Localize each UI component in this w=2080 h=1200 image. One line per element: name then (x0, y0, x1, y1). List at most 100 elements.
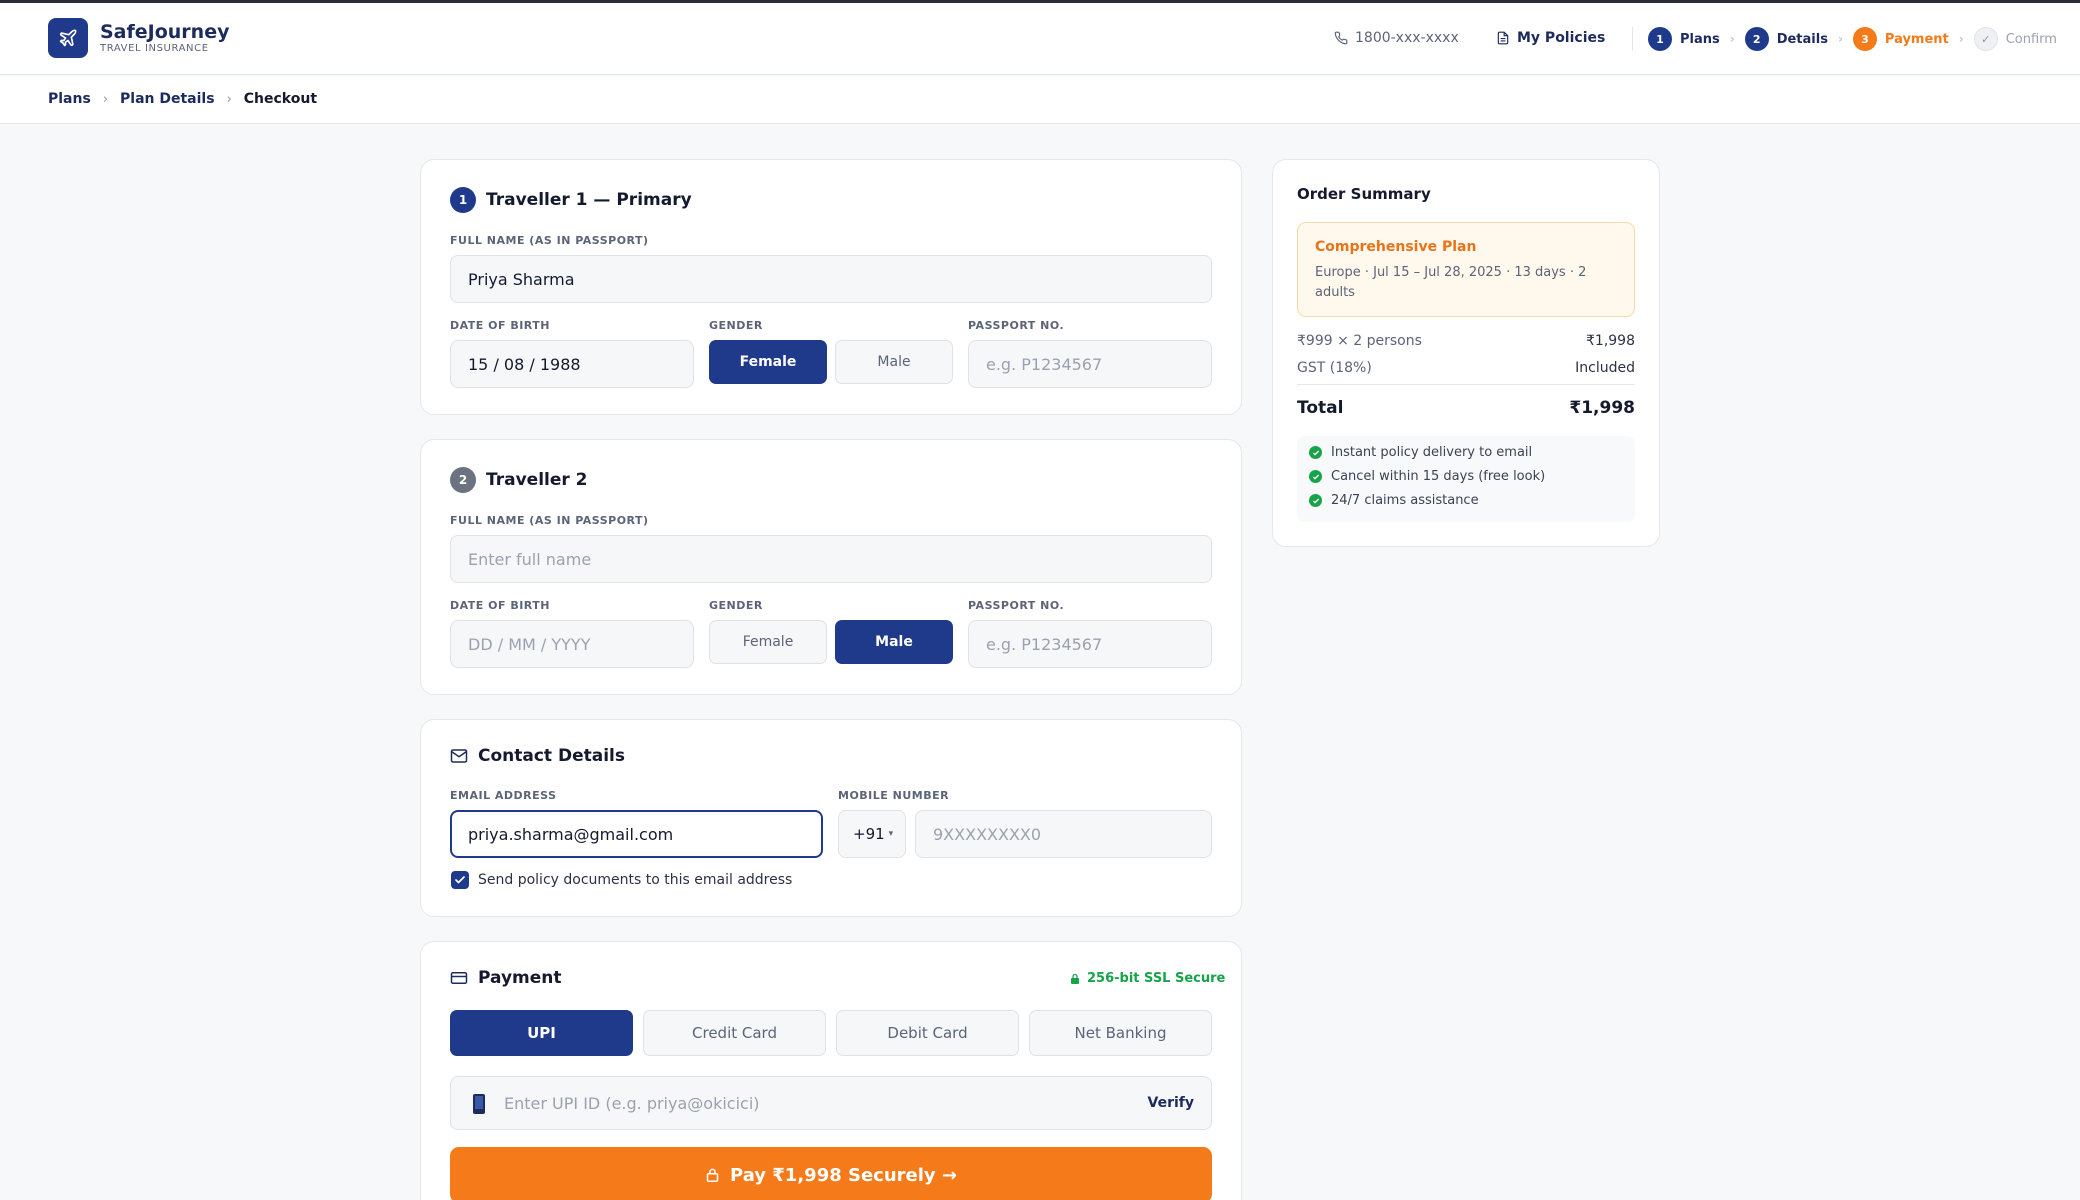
step-label: Details (1776, 31, 1828, 47)
traveller-2-passport-input[interactable]: e.g. P1234567 (968, 620, 1212, 668)
lock-icon (1071, 973, 1079, 984)
send-docs-checkbox[interactable] (451, 871, 469, 889)
checkout-stepper: 1 Plans › 2 Details › 3 Payment › ✓ Conf… (1648, 27, 2057, 51)
airplane-icon (59, 29, 77, 47)
pay-button-label: Pay ₹1,998 Securely → (729, 1164, 958, 1186)
breadcrumb-plan-details[interactable]: Plan Details (120, 91, 215, 107)
ssl-badge-text: 256-bit SSL Secure (1087, 971, 1226, 986)
summary-row-label: GST (18%) (1297, 360, 1372, 376)
brand-tagline: TRAVEL INSURANCE (100, 43, 209, 54)
traveller-1-gender-female[interactable]: Female (709, 340, 827, 384)
section-number: 2 (450, 467, 476, 493)
step-details[interactable]: 2 Details (1744, 27, 1828, 51)
traveller-2-dob-input[interactable]: DD / MM / YYYY (450, 620, 694, 668)
summary-row-base: ₹999 × 2 persons ₹1,998 (1297, 333, 1635, 349)
summary-row-label: ₹999 × 2 persons (1297, 333, 1422, 349)
full-name-label: FULL NAME (AS IN PASSPORT) (450, 234, 649, 247)
summary-row-value: Included (1575, 360, 1635, 376)
section-title-text: Contact Details (478, 746, 625, 766)
payment-method-net-banking[interactable]: Net Banking (1029, 1010, 1212, 1056)
section-title-text: Traveller 2 (486, 470, 588, 490)
send-docs-label[interactable]: Send policy documents to this email addr… (478, 872, 792, 888)
payment-method-upi[interactable]: UPI (450, 1010, 633, 1056)
breadcrumb-bar: Plans › Plan Details › Checkout (0, 76, 2080, 124)
upi-id-placeholder: Enter UPI ID (e.g. priya@okicici) (504, 1094, 760, 1113)
lock-icon (706, 1168, 719, 1183)
chevron-down-icon: ▾ (888, 829, 894, 839)
brand-name: SafeJourney (100, 21, 230, 43)
pay-securely-button[interactable]: Pay ₹1,998 Securely → (450, 1147, 1212, 1200)
dob-label: DATE OF BIRTH (450, 599, 550, 612)
step-label: Plans (1680, 31, 1720, 47)
step-number: 3 (1852, 27, 1877, 51)
plan-box: Comprehensive Plan Europe · Jul 15 – Jul… (1297, 222, 1635, 317)
plan-name: Comprehensive Plan (1315, 239, 1477, 255)
country-code-value: +91 (853, 825, 885, 843)
check-icon (455, 876, 465, 884)
order-summary-title: Order Summary (1297, 185, 1431, 203)
payment-title: Payment (450, 968, 562, 988)
step-number: 2 (1744, 27, 1769, 51)
ssl-badge: 256-bit SSL Secure (1069, 971, 1225, 986)
country-code-select[interactable]: +91 ▾ (838, 810, 906, 858)
check-circle-icon (1309, 494, 1322, 507)
my-policies-label: My Policies (1517, 30, 1606, 46)
plan-description: Europe · Jul 15 – Jul 28, 2025 · 13 days… (1315, 265, 1587, 300)
summary-row-gst: GST (18%) Included (1297, 360, 1635, 376)
traveller-1-name-input[interactable]: Priya Sharma (450, 255, 1212, 303)
support-phone[interactable]: 1800-xxx-xxxx (1334, 30, 1459, 46)
upi-id-input[interactable]: Enter UPI ID (e.g. priya@okicici) Verify (450, 1076, 1212, 1130)
perk-item: Instant policy delivery to email (1309, 445, 1532, 460)
traveller-1-dob-input[interactable]: 15 / 08 / 1988 (450, 340, 694, 388)
step-confirm: ✓ Confirm (1973, 27, 2057, 51)
traveller-2-gender-female[interactable]: Female (709, 620, 827, 664)
summary-total: Total ₹1,998 (1297, 398, 1635, 418)
perk-item: 24/7 claims assistance (1309, 493, 1479, 508)
email-label: EMAIL ADDRESS (450, 789, 557, 802)
traveller-2-title: 2 Traveller 2 (450, 467, 588, 493)
mobile-input[interactable]: 9XXXXXXXX0 (915, 810, 1212, 858)
total-label: Total (1297, 398, 1344, 418)
support-phone-number: 1800-xxx-xxxx (1355, 30, 1459, 46)
step-plans[interactable]: 1 Plans (1648, 27, 1720, 51)
traveller-2-gender-male[interactable]: Male (835, 620, 953, 664)
app-header: SafeJourney TRAVEL INSURANCE 1800-xxx-xx… (0, 3, 2080, 75)
perk-text: Cancel within 15 days (free look) (1331, 469, 1546, 484)
step-number: 1 (1648, 27, 1672, 51)
traveller-1-passport-input[interactable]: e.g. P1234567 (968, 340, 1212, 388)
full-name-label: FULL NAME (AS IN PASSPORT) (450, 514, 649, 527)
credit-card-icon (450, 972, 468, 984)
chevron-right-icon: › (1958, 32, 1964, 46)
dob-label: DATE OF BIRTH (450, 319, 550, 332)
my-policies-link[interactable]: My Policies (1496, 30, 1605, 46)
section-title-text: Traveller 1 — Primary (486, 190, 692, 210)
traveller-1-gender-male[interactable]: Male (835, 340, 953, 384)
step-label: Payment (1884, 31, 1949, 47)
mail-icon (450, 749, 468, 763)
verify-upi-button[interactable]: Verify (1148, 1095, 1194, 1111)
passport-label: PASSPORT NO. (968, 319, 1065, 332)
payment-method-credit-card[interactable]: Credit Card (643, 1010, 826, 1056)
check-circle-icon (1309, 446, 1322, 459)
header-divider (1632, 27, 1633, 51)
step-payment: 3 Payment (1852, 27, 1949, 51)
email-input[interactable]: priya.sharma@gmail.com (450, 810, 823, 858)
payment-method-debit-card[interactable]: Debit Card (836, 1010, 1019, 1056)
section-title-text: Payment (478, 968, 562, 988)
breadcrumb-plans[interactable]: Plans (48, 91, 91, 107)
smartphone-icon (473, 1094, 485, 1114)
logo[interactable] (48, 18, 88, 58)
chevron-right-icon: › (1837, 32, 1843, 46)
step-label: Confirm (2005, 31, 2057, 47)
document-icon (1497, 31, 1509, 45)
breadcrumb-current: Checkout (243, 91, 318, 107)
mobile-label: MOBILE NUMBER (838, 789, 950, 802)
section-number: 1 (450, 187, 476, 213)
phone-icon (1334, 31, 1348, 45)
perks-list: Instant policy delivery to email Cancel … (1297, 436, 1635, 522)
gender-label: GENDER (709, 319, 763, 332)
check-circle-icon (1309, 470, 1322, 483)
contact-title: Contact Details (450, 746, 625, 766)
traveller-2-name-input[interactable]: Enter full name (450, 535, 1212, 583)
perk-text: Instant policy delivery to email (1331, 445, 1533, 460)
